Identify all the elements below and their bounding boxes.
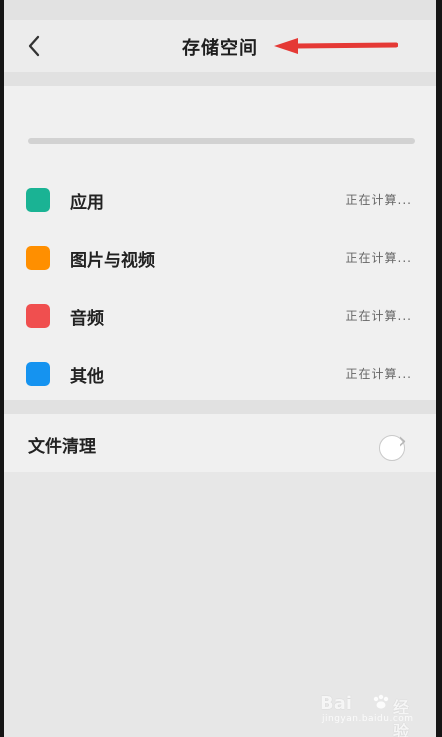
other-color-swatch: [26, 362, 50, 386]
section-separator: [4, 400, 436, 414]
file-cleanup-row[interactable]: 文件清理 ›: [4, 414, 436, 472]
apps-status: 正在计算...: [345, 193, 412, 207]
watermark: Bai 经验 jingyan.baidu.com: [320, 693, 418, 737]
audio-label: 音频: [70, 309, 104, 329]
apps-label: 应用: [70, 193, 104, 213]
media-color-swatch: [26, 246, 50, 270]
chevron-right-icon: ›: [398, 429, 407, 454]
other-label: 其他: [70, 367, 104, 387]
other-status: 正在计算...: [345, 367, 412, 381]
watermark-brand: Bai: [320, 693, 353, 714]
storage-usage-bar: [28, 138, 415, 144]
storage-card: 应用 正在计算... 图片与视频 正在计算... 音频 正在计算... 其他 正…: [4, 86, 436, 400]
storage-category-audio[interactable]: 音频 正在计算...: [4, 286, 436, 344]
storage-category-apps[interactable]: 应用 正在计算...: [4, 170, 436, 228]
audio-status: 正在计算...: [345, 309, 412, 323]
header-separator: [4, 72, 436, 86]
watermark-url: jingyan.baidu.com: [322, 714, 414, 724]
apps-color-swatch: [26, 188, 50, 212]
storage-category-other[interactable]: 其他 正在计算...: [4, 344, 436, 402]
screen: 存储空间 应用 正在计算... 图片与视频 正在计算... 音频 正在计算...…: [4, 0, 436, 737]
annotation-arrow: [274, 38, 398, 54]
header-bar: 存储空间: [4, 20, 436, 72]
media-status: 正在计算...: [345, 251, 412, 265]
status-strip: [4, 0, 436, 20]
audio-color-swatch: [26, 304, 50, 328]
storage-category-media[interactable]: 图片与视频 正在计算...: [4, 228, 436, 286]
media-label: 图片与视频: [70, 251, 155, 271]
paw-icon: [373, 694, 389, 709]
file-cleanup-label: 文件清理: [28, 437, 96, 457]
